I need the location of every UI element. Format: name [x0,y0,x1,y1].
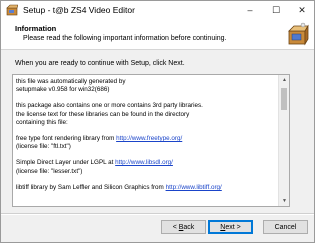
info-line: the license text for these libraries can… [16,110,190,118]
info-line: libtiff library by Sam Leffler and Silic… [16,183,166,191]
scroll-down-icon[interactable]: ▼ [279,196,289,206]
setup-box-icon [288,22,309,46]
info-line: containing this file: [16,118,68,126]
setup-window: Setup - t@b ZS4 Video Editor – ☐ ✕ Infor… [0,0,315,243]
minimize-button[interactable]: – [237,1,263,20]
scroll-up-icon[interactable]: ▲ [279,75,289,85]
info-line: setupmake v0.958 for win32(686) [16,86,110,94]
setup-box-icon [6,4,18,16]
page-title: Information [15,24,57,33]
info-textbox[interactable]: this file was automatically generated by… [12,74,290,207]
wizard-header: Information Please read the following im… [1,20,314,50]
scroll-thumb[interactable] [281,88,287,110]
window-title: Setup - t@b ZS4 Video Editor [23,5,135,15]
libtiff-link[interactable]: http://www.libtiff.org/ [166,184,222,191]
vertical-scrollbar[interactable]: ▲ ▼ [278,75,289,206]
info-line: this file was automatically generated by [16,78,126,85]
close-button[interactable]: ✕ [289,1,315,20]
cancel-button[interactable]: Cancel [263,220,308,234]
page-subtitle: Please read the following important info… [23,35,227,42]
next-button[interactable]: Next > [208,220,253,234]
freetype-link[interactable]: http://www.freetype.org/ [116,135,182,142]
libsdl-link[interactable]: http://www.libsdl.org/ [115,159,173,166]
title-bar[interactable]: Setup - t@b ZS4 Video Editor – ☐ ✕ [1,1,314,20]
info-line: Simple Direct Layer under LGPL at [16,159,116,167]
intro-text: When you are ready to continue with Setu… [15,60,185,67]
back-button[interactable]: < Back [161,220,206,234]
license-line: (license file: "ftl.txt") [16,143,71,151]
maximize-button[interactable]: ☐ [263,1,289,20]
footer-divider [1,213,314,215]
info-text: this file was automatically generated by… [16,78,278,200]
info-line: this package also contains one or more c… [16,102,203,110]
info-line: free type font rendering library from [16,135,117,143]
license-line: (license file: "lesser.txt") [16,167,83,175]
